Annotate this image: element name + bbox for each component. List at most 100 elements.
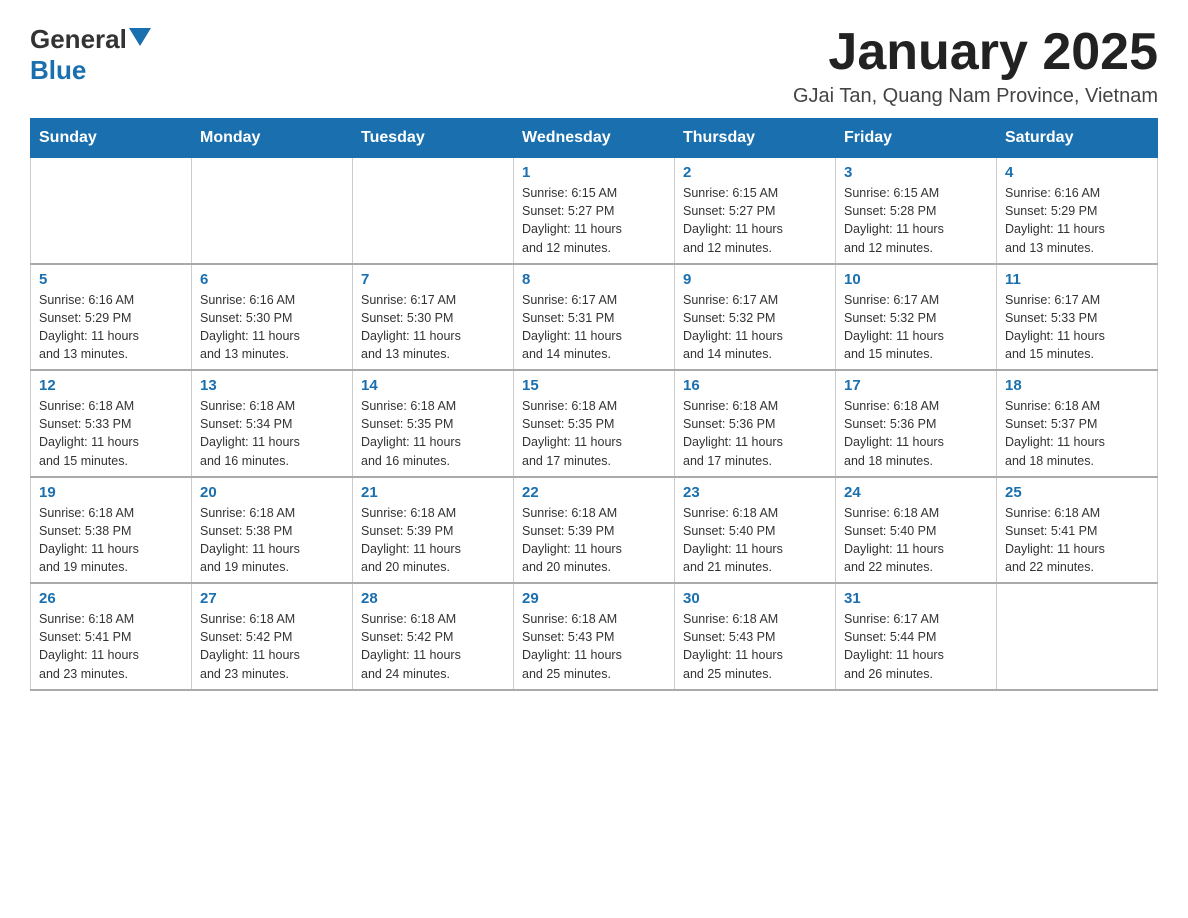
calendar-cell: 20 Sunrise: 6:18 AM Sunset: 5:38 PM Dayli… <box>192 477 353 584</box>
calendar-cell: 31Sunrise: 6:17 AM Sunset: 5:44 PM Dayli… <box>836 583 997 690</box>
day-number: 19 <box>39 484 183 501</box>
week-row: 5 Sunrise: 6:16 AM Sunset: 5:29 PM Daylig… <box>31 264 1158 371</box>
day-number: 12 <box>39 377 183 394</box>
calendar-table: SundayMondayTuesdayWednesdayThursdayFrid… <box>30 118 1158 691</box>
day-info: Sunrise: 6:18 AM Sunset: 5:42 PM Dayligh… <box>361 610 505 683</box>
calendar-cell: 12 Sunrise: 6:18 AM Sunset: 5:33 PM Dayli… <box>31 370 192 477</box>
calendar-cell <box>31 158 192 264</box>
calendar-cell <box>997 583 1158 690</box>
header-day-tuesday: Tuesday <box>353 119 514 158</box>
day-number: 5 <box>39 271 183 288</box>
day-info: Sunrise: 6:18 AM Sunset: 5:38 PM Dayligh… <box>200 504 344 577</box>
day-number: 6 <box>200 271 344 288</box>
day-info: Sunrise: 6:18 AM Sunset: 5:41 PM Dayligh… <box>39 610 183 683</box>
header-day-wednesday: Wednesday <box>514 119 675 158</box>
day-number: 15 <box>522 377 666 394</box>
day-info: Sunrise: 6:18 AM Sunset: 5:39 PM Dayligh… <box>522 504 666 577</box>
day-number: 13 <box>200 377 344 394</box>
day-number: 26 <box>39 590 183 607</box>
day-number: 28 <box>361 590 505 607</box>
day-number: 25 <box>1005 484 1149 501</box>
header-day-thursday: Thursday <box>675 119 836 158</box>
calendar-cell: 4 Sunrise: 6:16 AM Sunset: 5:29 PM Daylig… <box>997 158 1158 264</box>
calendar-cell: 1Sunrise: 6:15 AM Sunset: 5:27 PM Daylig… <box>514 158 675 264</box>
day-info: Sunrise: 6:17 AM Sunset: 5:30 PM Dayligh… <box>361 291 505 364</box>
day-info: Sunrise: 6:17 AM Sunset: 5:32 PM Dayligh… <box>844 291 988 364</box>
day-info: Sunrise: 6:18 AM Sunset: 5:37 PM Dayligh… <box>1005 397 1149 470</box>
calendar-cell: 14 Sunrise: 6:18 AM Sunset: 5:35 PM Dayli… <box>353 370 514 477</box>
day-info: Sunrise: 6:18 AM Sunset: 5:36 PM Dayligh… <box>844 397 988 470</box>
header-day-friday: Friday <box>836 119 997 158</box>
day-info: Sunrise: 6:18 AM Sunset: 5:33 PM Dayligh… <box>39 397 183 470</box>
day-number: 18 <box>1005 377 1149 394</box>
day-info: Sunrise: 6:18 AM Sunset: 5:43 PM Dayligh… <box>522 610 666 683</box>
logo-name2: Blue <box>30 55 86 85</box>
header-row: SundayMondayTuesdayWednesdayThursdayFrid… <box>31 119 1158 158</box>
calendar-cell: 13 Sunrise: 6:18 AM Sunset: 5:34 PM Dayli… <box>192 370 353 477</box>
week-row: 19 Sunrise: 6:18 AM Sunset: 5:38 PM Dayli… <box>31 477 1158 584</box>
header: General Blue January 2025 GJai Tan, Quan… <box>30 24 1158 108</box>
calendar-cell: 11Sunrise: 6:17 AM Sunset: 5:33 PM Dayli… <box>997 264 1158 371</box>
day-info: Sunrise: 6:18 AM Sunset: 5:40 PM Dayligh… <box>844 504 988 577</box>
day-number: 16 <box>683 377 827 394</box>
calendar-cell: 29 Sunrise: 6:18 AM Sunset: 5:43 PM Dayli… <box>514 583 675 690</box>
calendar-cell: 16 Sunrise: 6:18 AM Sunset: 5:36 PM Dayli… <box>675 370 836 477</box>
day-info: Sunrise: 6:18 AM Sunset: 5:39 PM Dayligh… <box>361 504 505 577</box>
calendar-cell: 2Sunrise: 6:15 AM Sunset: 5:27 PM Daylig… <box>675 158 836 264</box>
day-info: Sunrise: 6:18 AM Sunset: 5:42 PM Dayligh… <box>200 610 344 683</box>
day-info: Sunrise: 6:18 AM Sunset: 5:40 PM Dayligh… <box>683 504 827 577</box>
day-number: 8 <box>522 271 666 288</box>
day-number: 9 <box>683 271 827 288</box>
day-info: Sunrise: 6:18 AM Sunset: 5:35 PM Dayligh… <box>361 397 505 470</box>
day-info: Sunrise: 6:15 AM Sunset: 5:27 PM Dayligh… <box>683 184 827 257</box>
calendar-cell: 8 Sunrise: 6:17 AM Sunset: 5:31 PM Daylig… <box>514 264 675 371</box>
calendar-cell: 22 Sunrise: 6:18 AM Sunset: 5:39 PM Dayli… <box>514 477 675 584</box>
calendar-cell: 7 Sunrise: 6:17 AM Sunset: 5:30 PM Daylig… <box>353 264 514 371</box>
calendar-cell: 6Sunrise: 6:16 AM Sunset: 5:30 PM Daylig… <box>192 264 353 371</box>
day-number: 20 <box>200 484 344 501</box>
calendar-title: January 2025 <box>793 24 1158 81</box>
calendar-header: SundayMondayTuesdayWednesdayThursdayFrid… <box>31 119 1158 158</box>
calendar-cell: 24Sunrise: 6:18 AM Sunset: 5:40 PM Dayli… <box>836 477 997 584</box>
header-day-monday: Monday <box>192 119 353 158</box>
day-info: Sunrise: 6:18 AM Sunset: 5:35 PM Dayligh… <box>522 397 666 470</box>
calendar-cell: 9 Sunrise: 6:17 AM Sunset: 5:32 PM Daylig… <box>675 264 836 371</box>
day-info: Sunrise: 6:17 AM Sunset: 5:32 PM Dayligh… <box>683 291 827 364</box>
day-number: 29 <box>522 590 666 607</box>
calendar-cell: 3Sunrise: 6:15 AM Sunset: 5:28 PM Daylig… <box>836 158 997 264</box>
title-area: January 2025 GJai Tan, Quang Nam Provinc… <box>793 24 1158 108</box>
day-number: 27 <box>200 590 344 607</box>
day-info: Sunrise: 6:16 AM Sunset: 5:29 PM Dayligh… <box>39 291 183 364</box>
day-number: 3 <box>844 164 988 181</box>
calendar-cell: 15 Sunrise: 6:18 AM Sunset: 5:35 PM Dayli… <box>514 370 675 477</box>
day-number: 17 <box>844 377 988 394</box>
day-info: Sunrise: 6:16 AM Sunset: 5:29 PM Dayligh… <box>1005 184 1149 257</box>
day-number: 7 <box>361 271 505 288</box>
day-number: 14 <box>361 377 505 394</box>
day-info: Sunrise: 6:17 AM Sunset: 5:31 PM Dayligh… <box>522 291 666 364</box>
day-number: 4 <box>1005 164 1149 181</box>
week-row: 26 Sunrise: 6:18 AM Sunset: 5:41 PM Dayli… <box>31 583 1158 690</box>
day-info: Sunrise: 6:17 AM Sunset: 5:33 PM Dayligh… <box>1005 291 1149 364</box>
calendar-cell <box>192 158 353 264</box>
calendar-cell: 19 Sunrise: 6:18 AM Sunset: 5:38 PM Dayli… <box>31 477 192 584</box>
day-info: Sunrise: 6:18 AM Sunset: 5:43 PM Dayligh… <box>683 610 827 683</box>
header-day-saturday: Saturday <box>997 119 1158 158</box>
week-row: 12 Sunrise: 6:18 AM Sunset: 5:33 PM Dayli… <box>31 370 1158 477</box>
day-info: Sunrise: 6:15 AM Sunset: 5:27 PM Dayligh… <box>522 184 666 257</box>
logo-name1: General <box>30 24 127 55</box>
day-number: 22 <box>522 484 666 501</box>
calendar-cell: 10Sunrise: 6:17 AM Sunset: 5:32 PM Dayli… <box>836 264 997 371</box>
calendar-cell: 26 Sunrise: 6:18 AM Sunset: 5:41 PM Dayli… <box>31 583 192 690</box>
day-number: 30 <box>683 590 827 607</box>
logo: General Blue <box>30 24 151 86</box>
day-info: Sunrise: 6:18 AM Sunset: 5:38 PM Dayligh… <box>39 504 183 577</box>
logo-triangle-icon <box>129 28 151 51</box>
day-info: Sunrise: 6:18 AM Sunset: 5:36 PM Dayligh… <box>683 397 827 470</box>
day-number: 21 <box>361 484 505 501</box>
calendar-cell: 17 Sunrise: 6:18 AM Sunset: 5:36 PM Dayli… <box>836 370 997 477</box>
day-info: Sunrise: 6:18 AM Sunset: 5:34 PM Dayligh… <box>200 397 344 470</box>
calendar-body: 1Sunrise: 6:15 AM Sunset: 5:27 PM Daylig… <box>31 158 1158 690</box>
day-number: 31 <box>844 590 988 607</box>
day-number: 23 <box>683 484 827 501</box>
